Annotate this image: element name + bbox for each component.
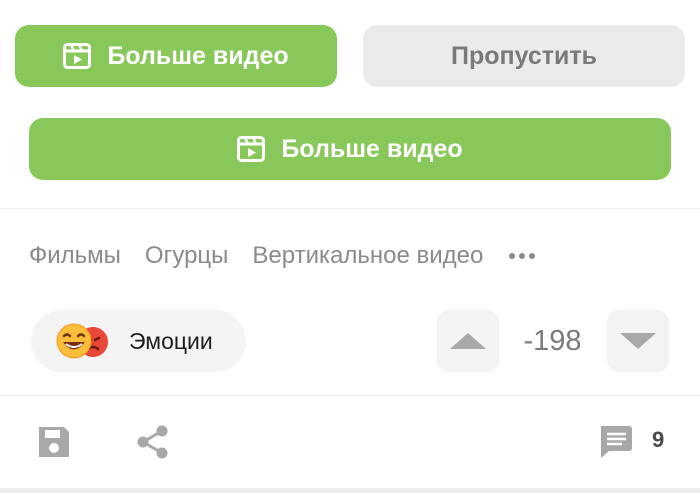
rating-score: -198 xyxy=(523,325,582,357)
more-video-wide-label: Больше видео xyxy=(281,134,463,163)
more-video-label: Больше видео xyxy=(107,41,289,70)
tag-cucumbers[interactable]: Огурцы xyxy=(145,242,229,270)
emoji-laugh-icon xyxy=(56,323,92,359)
tag-list: Фильмы Огурцы Вертикальное видео xyxy=(29,238,536,274)
comments-count: 9 xyxy=(652,427,665,452)
tag-vertical-video[interactable]: Вертикальное видео xyxy=(252,242,483,270)
save-icon[interactable] xyxy=(36,424,72,460)
arrow-up-icon xyxy=(450,333,486,349)
bottom-separator xyxy=(0,488,700,493)
more-video-wide-button[interactable]: Больше видео xyxy=(29,118,671,180)
emotions-label: Эмоции xyxy=(129,327,213,354)
arrow-down-icon xyxy=(620,333,656,349)
emotion-icons xyxy=(55,321,113,361)
upvote-button[interactable] xyxy=(437,310,499,372)
skip-button[interactable]: Пропустить xyxy=(363,25,685,87)
video-icon xyxy=(63,43,92,69)
comment-icon[interactable] xyxy=(597,424,635,460)
tag-films[interactable]: Фильмы xyxy=(29,242,121,270)
more-video-button[interactable]: Больше видео xyxy=(15,25,337,87)
share-icon[interactable] xyxy=(135,424,171,460)
emotions-button[interactable]: Эмоции xyxy=(31,310,246,372)
downvote-button[interactable] xyxy=(607,310,669,372)
video-icon xyxy=(237,136,266,162)
more-dots-icon[interactable] xyxy=(509,253,536,259)
divider xyxy=(0,395,700,396)
skip-label: Пропустить xyxy=(450,41,598,70)
divider xyxy=(0,208,700,209)
